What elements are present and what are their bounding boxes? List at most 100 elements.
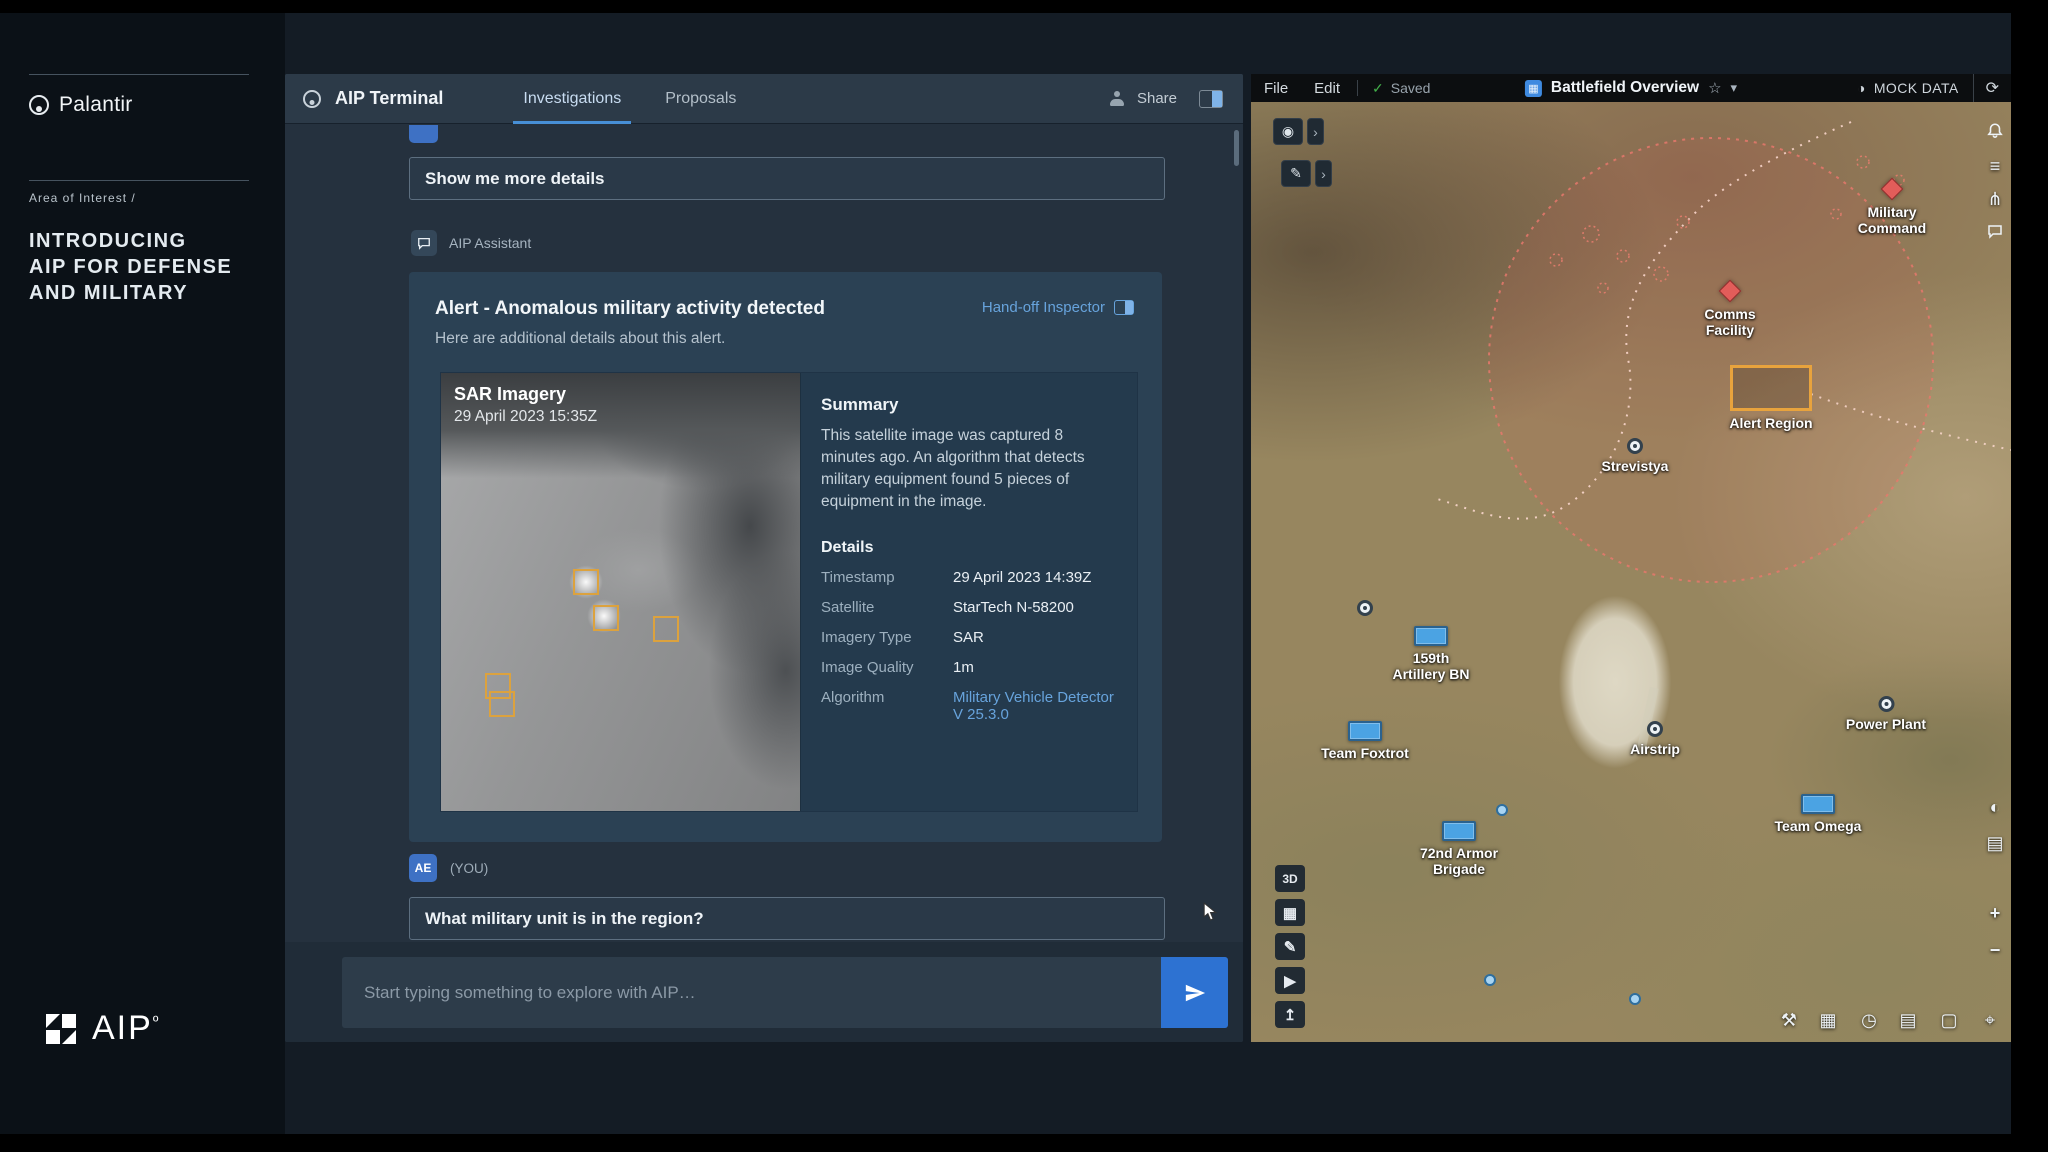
user-icon — [1109, 91, 1125, 106]
marker-strevistya[interactable]: Strevistya — [1589, 438, 1681, 475]
map-menu-bar: File Edit ✓ Saved ▦ Battlefield Overview… — [1251, 74, 2011, 102]
terminal-tabs: Investigations Proposals — [501, 74, 758, 123]
grid-button[interactable]: ▦ — [1275, 899, 1305, 926]
marker-military-command[interactable]: Military Command — [1849, 178, 1935, 236]
tools-icon: ⚒ — [1781, 1010, 1797, 1031]
alert-region-icon — [1730, 365, 1812, 411]
document-title: Battlefield Overview — [1551, 79, 1699, 97]
palantir-brand-text: Palantir — [59, 93, 133, 117]
scrollbar-thumb[interactable] — [1234, 130, 1239, 166]
divider — [1357, 80, 1358, 96]
sar-header: SAR Imagery 29 April 2023 15:35Z — [454, 384, 597, 426]
marker-team-foxtrot[interactable]: Team Foxtrot — [1310, 721, 1420, 762]
reports-button[interactable]: ▤ — [1895, 1007, 1921, 1033]
send-button[interactable] — [1161, 957, 1228, 1028]
mock-data-badge: ◑ MOCK DATA — [1843, 80, 1973, 96]
alert-title: Alert - Anomalous military activity dete… — [435, 298, 825, 320]
map-canvas[interactable]: Military Command Comms Facility Alert Re… — [1251, 102, 2011, 1042]
frame-select-button[interactable]: ▢ — [1936, 1007, 1962, 1033]
basemap-button[interactable]: ◐ — [1982, 794, 2008, 820]
toggle-panel-icon[interactable] — [1199, 90, 1223, 108]
clock-icon: ◷ — [1861, 1010, 1877, 1031]
upload-icon: ↥ — [1284, 1006, 1297, 1024]
pencil-icon: ✎ — [1284, 938, 1297, 956]
frame-icon: ▢ — [1940, 1010, 1957, 1031]
list-icon: ≡ — [1990, 156, 2001, 177]
expand-draw-button[interactable]: › — [1315, 160, 1332, 187]
signal-button[interactable]: ⌖ — [1977, 1007, 2003, 1033]
branch-button[interactable]: ⋔ — [1982, 186, 2008, 212]
layers-panel-button[interactable]: ◉ — [1273, 118, 1303, 145]
expand-layers-button[interactable]: › — [1307, 118, 1324, 145]
marker-72nd-armor[interactable]: 72nd Armor Brigade — [1409, 821, 1509, 877]
check-icon: ✓ — [1372, 80, 1384, 97]
breadcrumb: Area of Interest / — [29, 191, 136, 205]
table-button[interactable]: ▦ — [1815, 1007, 1841, 1033]
detection-box-icon — [593, 605, 619, 631]
marker-small-point[interactable] — [1629, 993, 1641, 1005]
detection-box-icon — [489, 691, 515, 717]
table-icon: ▦ — [1819, 1010, 1836, 1031]
marker-159th-artillery[interactable]: 159th Artillery BN — [1385, 626, 1477, 682]
map-overlays — [1251, 102, 2011, 1042]
marker-team-omega[interactable]: Team Omega — [1763, 794, 1873, 835]
annotate-button[interactable]: ✎ — [1275, 933, 1305, 960]
friendly-unit-icon — [1414, 626, 1448, 646]
send-icon — [1184, 982, 1206, 1004]
hostile-unit-icon — [1719, 280, 1742, 303]
caret-right-icon: › — [1321, 166, 1326, 182]
summary-heading: Summary — [821, 395, 1117, 415]
tab-proposals[interactable]: Proposals — [643, 74, 758, 124]
aip-footer-text: AIPº — [92, 1009, 160, 1048]
user-tag: (YOU) — [450, 861, 488, 876]
comments-button[interactable] — [1982, 218, 2008, 244]
zoom-in-button[interactable]: + — [1982, 900, 2008, 926]
grid-icon: ▦ — [1283, 904, 1297, 922]
draw-icon: ✎ — [1290, 165, 1302, 182]
draw-panel-button[interactable]: ✎ — [1281, 160, 1311, 187]
list-button[interactable]: ≡ — [1982, 153, 2008, 179]
place-pin-icon — [1878, 696, 1894, 712]
share-button[interactable]: Share — [1137, 90, 1177, 107]
marker-comms-facility[interactable]: Comms Facility — [1698, 280, 1762, 338]
algorithm-link[interactable]: Military Vehicle Detector V 25.3.0 — [953, 689, 1117, 723]
sar-image[interactable]: SAR Imagery 29 April 2023 15:35Z — [441, 373, 800, 811]
detection-box-icon — [573, 569, 599, 595]
place-pin-icon — [1357, 600, 1373, 616]
marker-airstrip[interactable]: Airstrip — [1620, 721, 1690, 758]
measure-tools-button[interactable]: ⚒ — [1776, 1007, 1802, 1033]
star-icon[interactable]: ☆ — [1708, 79, 1721, 97]
chevron-down-icon[interactable]: ▾ — [1731, 80, 1738, 96]
bell-icon — [1986, 122, 2004, 140]
app-stage: Palantir Area of Interest / INTRODUCING … — [0, 13, 2011, 1134]
zoom-out-button[interactable]: − — [1982, 937, 2008, 963]
document-icon: ▦ — [1525, 80, 1542, 97]
handoff-inspector-link[interactable]: Hand-off Inspector — [982, 299, 1134, 316]
alert-card: Alert - Anomalous military activity dete… — [409, 272, 1162, 842]
layers-list-button[interactable]: ▤ — [1982, 830, 2008, 856]
detail-row: Algorithm Military Vehicle Detector V 25… — [821, 689, 1117, 723]
export-button[interactable]: ↥ — [1275, 1001, 1305, 1028]
playback-button[interactable]: ▶ — [1275, 967, 1305, 994]
notifications-button[interactable] — [1982, 118, 2008, 144]
letterbox-bar — [0, 1134, 2048, 1152]
menu-file[interactable]: File — [1251, 80, 1301, 97]
history-button[interactable]: ◷ — [1856, 1007, 1882, 1033]
tab-investigations[interactable]: Investigations — [501, 74, 643, 124]
marker-small-point[interactable] — [1496, 804, 1508, 816]
place-pin-icon — [1647, 721, 1663, 737]
mock-data-icon: ◑ — [1857, 80, 1866, 96]
assistant-row: AIP Assistant — [411, 230, 531, 256]
document-title-group: ▦ Battlefield Overview ☆ ▾ — [1525, 74, 1737, 102]
marker-small-point[interactable] — [1484, 974, 1496, 986]
menu-edit[interactable]: Edit — [1301, 80, 1353, 97]
assistant-avatar — [411, 230, 437, 256]
toggle-3d-button[interactable]: 3D — [1275, 865, 1305, 892]
marker-unlabeled-pin[interactable] — [1357, 600, 1373, 616]
marker-alert-region[interactable]: Alert Region — [1721, 365, 1821, 432]
marker-power-plant[interactable]: Power Plant — [1839, 696, 1934, 733]
terminal-title: AIP Terminal — [335, 88, 443, 109]
aip-glyph-icon — [46, 1014, 76, 1044]
refresh-button[interactable]: ⟳ — [1973, 74, 2011, 102]
prompt-input[interactable] — [342, 957, 1161, 1028]
